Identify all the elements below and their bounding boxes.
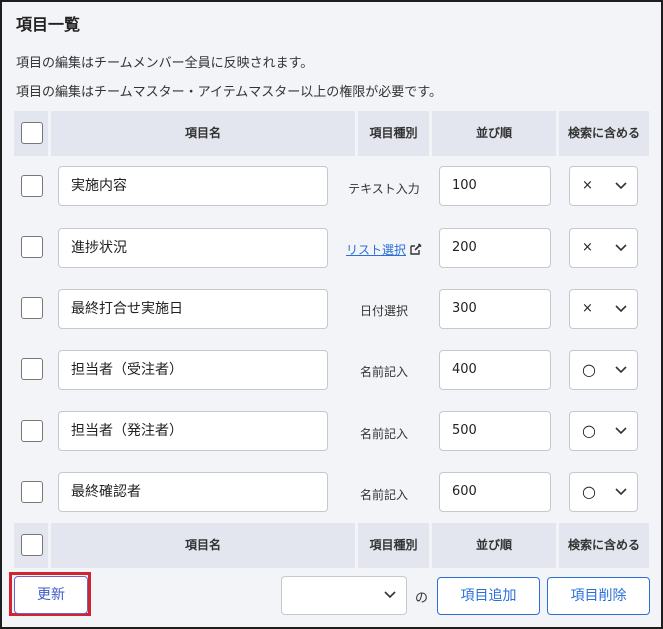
order-input[interactable]: 100 bbox=[439, 166, 551, 206]
search-include-select[interactable]: ○ bbox=[569, 472, 638, 512]
table-header: 項目名 項目種別 並び順 検索に含める bbox=[14, 111, 649, 156]
row-checkbox[interactable] bbox=[21, 481, 43, 503]
search-include-select[interactable]: × bbox=[569, 166, 638, 206]
count-select[interactable] bbox=[281, 576, 407, 615]
select-all-checkbox[interactable] bbox=[21, 122, 43, 144]
chevron-down-icon bbox=[615, 244, 627, 252]
header-type: 項目種別 bbox=[369, 538, 418, 552]
header-name: 項目名 bbox=[184, 126, 221, 140]
item-type-label: テキスト入力 bbox=[348, 182, 420, 196]
order-input[interactable]: 200 bbox=[439, 228, 551, 268]
order-input[interactable]: 500 bbox=[439, 411, 551, 451]
add-item-button[interactable]: 項目追加 bbox=[437, 577, 540, 615]
item-name-input[interactable]: 進捗状況 bbox=[58, 228, 328, 268]
search-include-value: ○ bbox=[582, 360, 596, 379]
update-button[interactable]: 更新 bbox=[14, 576, 88, 614]
row-checkbox[interactable] bbox=[21, 236, 43, 258]
search-include-select[interactable]: ○ bbox=[569, 350, 638, 390]
item-type-link-wrap: リスト選択 bbox=[336, 241, 432, 258]
item-name-input[interactable]: 担当者（発注者） bbox=[58, 411, 328, 451]
item-type-label: 日付選択 bbox=[359, 304, 408, 318]
item-type-label: 名前記入 bbox=[359, 365, 408, 379]
row-checkbox[interactable] bbox=[21, 297, 43, 319]
list-select-link[interactable]: リスト選択 bbox=[346, 243, 406, 257]
permission-note: 項目の編集はチームマスター・アイテムマスター以上の権限が必要です。 bbox=[16, 85, 443, 100]
count-suffix-label: の bbox=[415, 591, 429, 606]
search-include-select[interactable]: ○ bbox=[569, 411, 638, 451]
header-order: 並び順 bbox=[475, 126, 512, 140]
chevron-down-icon bbox=[615, 366, 627, 374]
order-input[interactable]: 300 bbox=[439, 289, 551, 329]
header-type: 項目種別 bbox=[369, 126, 418, 140]
search-include-value: × bbox=[582, 301, 593, 316]
table-footer-header: 項目名 項目種別 並び順 検索に含める bbox=[14, 523, 649, 568]
chevron-down-icon bbox=[615, 427, 627, 435]
order-input[interactable]: 600 bbox=[439, 472, 551, 512]
chevron-down-icon bbox=[384, 591, 396, 599]
chevron-down-icon bbox=[615, 305, 627, 313]
row-checkbox[interactable] bbox=[21, 358, 43, 380]
description-text: 項目の編集はチームメンバー全員に反映されます。 bbox=[16, 56, 314, 71]
item-name-input[interactable]: 最終打合せ実施日 bbox=[58, 289, 328, 329]
search-include-value: × bbox=[582, 178, 593, 193]
search-include-value: ○ bbox=[582, 421, 596, 440]
item-name-input[interactable]: 実施内容 bbox=[58, 166, 328, 206]
header-order: 並び順 bbox=[475, 538, 512, 552]
select-all-checkbox[interactable] bbox=[21, 534, 43, 556]
search-include-select[interactable]: × bbox=[569, 228, 638, 268]
order-input[interactable]: 400 bbox=[439, 350, 551, 390]
header-name: 項目名 bbox=[184, 538, 221, 552]
row-checkbox[interactable] bbox=[21, 420, 43, 442]
search-include-value: × bbox=[582, 240, 593, 255]
header-search: 検索に含める bbox=[567, 538, 640, 552]
header-search: 検索に含める bbox=[567, 126, 640, 140]
search-include-select[interactable]: × bbox=[569, 289, 638, 329]
item-name-input[interactable]: 最終確認者 bbox=[58, 472, 328, 512]
search-include-value: ○ bbox=[582, 482, 596, 501]
chevron-down-icon bbox=[615, 488, 627, 496]
edit-icon[interactable] bbox=[410, 243, 422, 255]
item-type-label: 名前記入 bbox=[359, 427, 408, 441]
item-type-label: 名前記入 bbox=[359, 488, 408, 502]
chevron-down-icon bbox=[615, 182, 627, 190]
page-title: 項目一覧 bbox=[16, 15, 81, 34]
row-checkbox[interactable] bbox=[21, 175, 43, 197]
delete-item-button[interactable]: 項目削除 bbox=[547, 577, 650, 615]
item-name-input[interactable]: 担当者（受注者） bbox=[58, 350, 328, 390]
